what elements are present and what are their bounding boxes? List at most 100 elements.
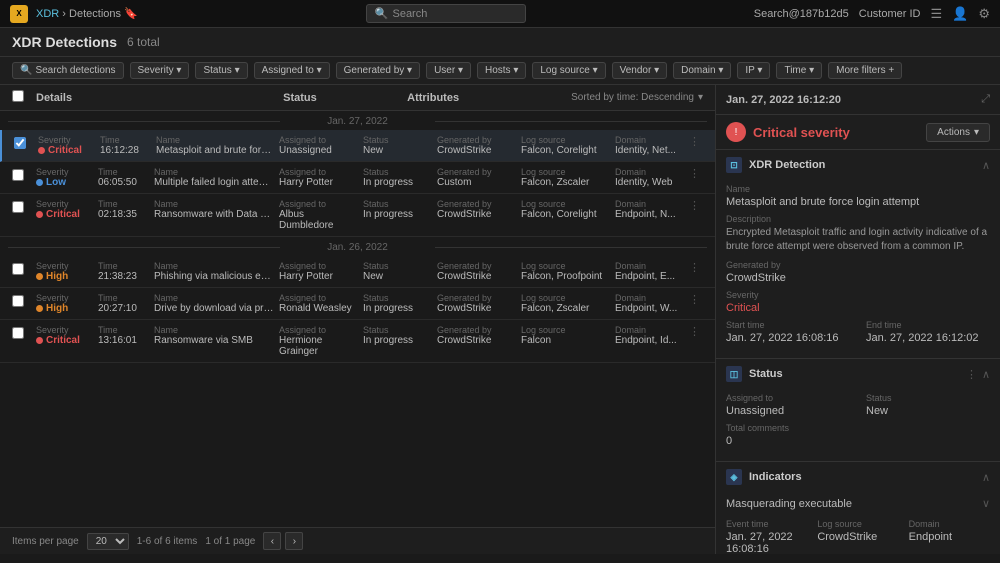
expand-icon[interactable]: ⤢ xyxy=(981,93,990,106)
dp-times: Start time Jan. 27, 2022 16:08:16 End ti… xyxy=(726,320,990,350)
indicators-section: ◈ Indicators ∧ Masquerading executable ∨… xyxy=(716,462,1000,554)
masquerading-body: Event time Jan. 27, 2022 16:08:16 Log so… xyxy=(716,515,1000,554)
customer-id[interactable]: Customer ID xyxy=(859,8,921,20)
row-generated: Generated by CrowdStrike xyxy=(437,199,517,220)
breadcrumb-app[interactable]: XDR xyxy=(36,8,59,20)
dp-datetime: Jan. 27, 2022 16:12:20 xyxy=(726,94,841,106)
col-status: Status xyxy=(283,92,403,104)
row-checkbox[interactable] xyxy=(12,167,32,184)
row-severity: Severity Critical xyxy=(38,135,96,156)
indicators-section-header[interactable]: ◈ Indicators ∧ xyxy=(716,462,1000,492)
table-row[interactable]: Severity Low Time 06:05:50 Name Multiple… xyxy=(0,162,715,194)
sort-control[interactable]: Sorted by time: Descending ▾ xyxy=(571,92,703,103)
filter-assigned[interactable]: Assigned to ▾ xyxy=(254,62,330,79)
row-time: Time 20:27:10 xyxy=(98,293,150,314)
date-separator-jan27: Jan. 27, 2022 xyxy=(0,111,715,130)
row-checkbox[interactable] xyxy=(12,293,32,310)
indicators-icon: ◈ xyxy=(726,469,742,485)
select-all-checkbox[interactable] xyxy=(12,90,32,105)
row-checkbox[interactable] xyxy=(12,325,32,342)
masq-fields: Event time Jan. 27, 2022 16:08:16 Log so… xyxy=(726,519,990,554)
row-name: Name Metasploit and brute force login at… xyxy=(156,135,275,156)
row-menu[interactable]: ⋮ xyxy=(689,135,703,148)
xdr-section-header[interactable]: ⊡ XDR Detection ∧ xyxy=(716,150,1000,180)
table-row[interactable]: Severity Critical Time 02:18:35 Name Ran… xyxy=(0,194,715,237)
filter-severity[interactable]: Severity ▾ xyxy=(130,62,190,79)
next-page-button[interactable]: › xyxy=(285,532,303,550)
row-severity: Severity Critical xyxy=(36,325,94,346)
row-logsrc: Log source Falcon, Zscaler xyxy=(521,293,611,314)
severity-indicator xyxy=(36,211,43,218)
col-attributes: Attributes xyxy=(407,92,567,104)
status-section-header[interactable]: ◫ Status ⋮ ∧ xyxy=(716,359,1000,389)
row-generated: Generated by CrowdStrike xyxy=(437,261,517,282)
table-footer: Items per page 20 1-6 of 6 items 1 of 1 … xyxy=(0,527,715,554)
per-page-select[interactable]: 20 xyxy=(87,533,129,550)
filter-user[interactable]: User ▾ xyxy=(426,62,471,79)
dp-generated-field: Generated by CrowdStrike xyxy=(726,260,990,284)
dp-severity-left: ! Critical severity xyxy=(726,122,850,142)
row-logsrc: Log source Falcon, Zscaler xyxy=(521,167,611,188)
row-assigned: Assigned to Unassigned xyxy=(279,135,359,156)
more-icon[interactable]: ⋮ xyxy=(966,368,977,381)
items-range: 1-6 of 6 items xyxy=(137,536,198,547)
row-checkbox[interactable] xyxy=(12,261,32,278)
settings-icon[interactable]: ⚙ xyxy=(978,6,990,22)
detail-panel: Jan. 27, 2022 16:12:20 ⤢ ! Critical seve… xyxy=(715,85,1000,554)
severity-icon: ! xyxy=(726,122,746,142)
severity-indicator xyxy=(36,273,43,280)
filter-hosts[interactable]: Hosts ▾ xyxy=(477,62,526,79)
row-menu[interactable]: ⋮ xyxy=(689,293,703,306)
filter-logsource[interactable]: Log source ▾ xyxy=(532,62,605,79)
row-domain: Domain Endpoint, W... xyxy=(615,293,685,314)
row-name: Name Ransomware with Data Exfiltration xyxy=(154,199,275,220)
prev-page-button[interactable]: ‹ xyxy=(263,532,281,550)
filter-status[interactable]: Status ▾ xyxy=(195,62,247,79)
collapse-icon[interactable]: ∧ xyxy=(982,368,990,381)
row-menu[interactable]: ⋮ xyxy=(689,199,703,212)
row-assigned: Assigned to Albus Dumbledore xyxy=(279,199,359,231)
filter-vendor[interactable]: Vendor ▾ xyxy=(612,62,668,79)
filter-more[interactable]: More filters + xyxy=(828,62,902,79)
indicators-section-title: ◈ Indicators xyxy=(726,469,802,485)
row-menu[interactable]: ⋮ xyxy=(689,167,703,180)
menu-icon[interactable]: ☰ xyxy=(931,6,943,22)
row-domain: Domain Endpoint, E... xyxy=(615,261,685,282)
table-row[interactable]: Severity High Time 20:27:10 Name Drive b… xyxy=(0,288,715,320)
row-severity: Severity High xyxy=(36,293,94,314)
dp-description-field: Description Encrypted Metasploit traffic… xyxy=(726,214,990,254)
table-row[interactable]: Severity Critical Time 13:16:01 Name Ran… xyxy=(0,320,715,363)
filter-search[interactable]: 🔍 Search detections xyxy=(12,62,124,79)
filter-domain[interactable]: Domain ▾ xyxy=(673,62,731,79)
row-checkbox[interactable] xyxy=(14,135,34,152)
row-severity: Severity Low xyxy=(36,167,94,188)
user-icon[interactable]: 👤 xyxy=(952,6,968,22)
masquerading-header[interactable]: Masquerading executable ∨ xyxy=(716,492,1000,515)
row-logsrc: Log source Falcon, Corelight xyxy=(521,199,611,220)
dp-severity-text: Critical severity xyxy=(753,125,850,140)
filter-time[interactable]: Time ▾ xyxy=(776,62,822,79)
row-checkbox[interactable] xyxy=(12,199,32,216)
xdr-detection-section: ⊡ XDR Detection ∧ Name Metasploit and br… xyxy=(716,150,1000,359)
table-row[interactable]: Severity High Time 21:38:23 Name Phishin… xyxy=(0,256,715,288)
search-icon: 🔍 xyxy=(375,7,389,20)
row-status: Status In progress xyxy=(363,325,433,346)
filter-ip[interactable]: IP ▾ xyxy=(737,62,770,79)
row-time: Time 16:12:28 xyxy=(100,135,152,156)
row-severity: Severity High xyxy=(36,261,94,282)
row-generated: Generated by CrowdStrike xyxy=(437,325,517,346)
row-menu[interactable]: ⋮ xyxy=(689,325,703,338)
global-search[interactable]: 🔍 Search xyxy=(366,4,526,23)
table-row[interactable]: Severity Critical Time 16:12:28 Name Met… xyxy=(0,130,715,162)
row-menu[interactable]: ⋮ xyxy=(689,261,703,274)
filter-generated[interactable]: Generated by ▾ xyxy=(336,62,420,79)
row-status: Status New xyxy=(363,135,433,156)
top-nav-right: Search@187b12d5 Customer ID ☰ 👤 ⚙ xyxy=(754,6,990,22)
row-domain: Domain Identity, Net... xyxy=(615,135,685,156)
row-name: Name Multiple failed login attempts xyxy=(154,167,275,188)
xdr-section-title: ⊡ XDR Detection xyxy=(726,157,825,173)
filters-bar: 🔍 Search detections Severity ▾ Status ▾ … xyxy=(0,57,1000,85)
row-assigned: Assigned to Ronald Weasley xyxy=(279,293,359,314)
actions-button[interactable]: Actions ▾ xyxy=(926,123,990,142)
row-logsrc: Log source Falcon, Corelight xyxy=(521,135,611,156)
